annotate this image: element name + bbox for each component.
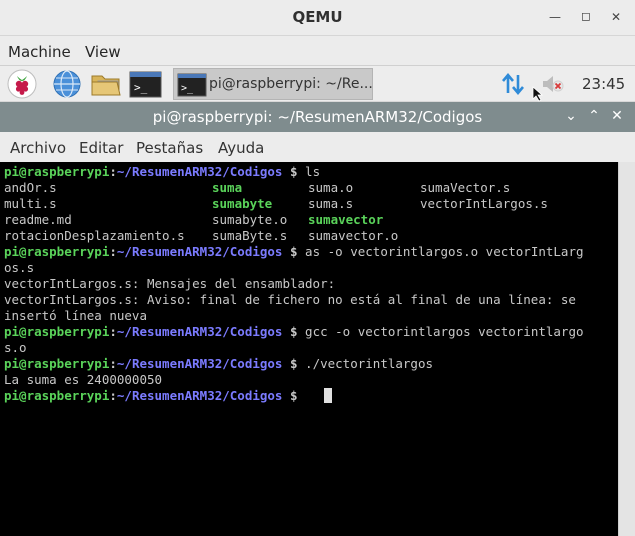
terminal-output[interactable]: pi@raspberrypi:~/ResumenARM32/Codigos $ … xyxy=(0,162,618,536)
taskbar-terminal-label: pi@raspberrypi: ~/Re... xyxy=(209,76,373,92)
globe-icon[interactable] xyxy=(51,69,83,99)
maximize-icon[interactable]: ◻ xyxy=(579,9,593,23)
terminal-line: pi@raspberrypi:~/ResumenARM32/Codigos $ … xyxy=(4,244,584,259)
menu-editar[interactable]: Editar xyxy=(79,139,123,157)
ls-row: suma.s xyxy=(308,196,354,211)
terminal-titlebar[interactable]: pi@raspberrypi: ~/ResumenARM32/Codigos ⌄… xyxy=(0,102,635,132)
ls-row: suma.o xyxy=(308,180,354,195)
qemu-menubar: Machine View xyxy=(0,36,635,66)
svg-text:>_: >_ xyxy=(181,83,194,94)
terminal-line: insertó línea nueva xyxy=(4,308,147,323)
terminal-collapse-icon[interactable]: ⌄ xyxy=(563,108,579,124)
ls-row: sumaVector.s xyxy=(420,180,511,195)
guest-screen: >_ >_ pi@raspberrypi: ~/Re... 23:45 pi@r… xyxy=(0,66,635,536)
text-cursor xyxy=(324,388,332,403)
ls-row: sumavector.o xyxy=(308,228,399,243)
terminal-line: vectorIntLargos.s: Mensajes del ensambla… xyxy=(4,276,336,291)
terminal-title: pi@raspberrypi: ~/ResumenARM32/Codigos xyxy=(152,108,483,126)
folder-icon[interactable] xyxy=(89,69,121,99)
menu-view[interactable]: View xyxy=(85,43,121,61)
menu-archivo[interactable]: Archivo xyxy=(10,139,66,157)
menu-machine[interactable]: Machine xyxy=(8,43,71,61)
ls-row: sumavector xyxy=(308,212,384,227)
terminal-line: La suma es 2400000050 xyxy=(4,372,163,387)
terminal-scrollbar[interactable] xyxy=(618,162,635,536)
ls-row: multi.s xyxy=(4,196,57,211)
taskbar-panel: >_ >_ pi@raspberrypi: ~/Re... 23:45 xyxy=(0,66,635,102)
terminal-menubar: Archivo Editar Pestañas Ayuda xyxy=(0,132,635,162)
ls-row: andOr.s xyxy=(4,180,57,195)
terminal-maximize-icon[interactable]: ⌃ xyxy=(586,108,602,124)
terminal-icon[interactable]: >_ xyxy=(129,69,162,99)
terminal-line: os.s xyxy=(4,260,35,275)
close-icon[interactable]: ✕ xyxy=(609,10,623,24)
ls-row: sumabyte.o xyxy=(212,212,288,227)
network-arrows-icon[interactable] xyxy=(500,71,526,97)
minimize-icon[interactable]: — xyxy=(548,10,562,24)
svg-text:>_: >_ xyxy=(134,81,148,94)
ls-row: suma xyxy=(212,180,243,195)
terminal-line: pi@raspberrypi:~/ResumenARM32/Codigos $ … xyxy=(4,356,433,371)
menu-pestanas[interactable]: Pestañas xyxy=(136,139,203,157)
terminal-window: pi@raspberrypi: ~/ResumenARM32/Codigos ⌄… xyxy=(0,102,635,536)
volume-muted-icon[interactable] xyxy=(541,73,567,95)
terminal-line: pi@raspberrypi:~/ResumenARM32/Codigos $ … xyxy=(4,164,321,179)
taskbar-terminal-button[interactable]: >_ pi@raspberrypi: ~/Re... xyxy=(173,68,373,100)
qemu-titlebar: QEMU — ◻ ✕ xyxy=(0,0,635,36)
clock: 23:45 xyxy=(582,75,626,93)
terminal-line: s.o xyxy=(4,340,27,355)
terminal-line: pi@raspberrypi:~/ResumenARM32/Codigos $ xyxy=(4,388,298,403)
terminal-icon: >_ xyxy=(177,73,207,97)
ls-row: rotacionDesplazamiento.s xyxy=(4,228,185,243)
window-title: QEMU xyxy=(292,8,343,26)
ls-row: sumaByte.s xyxy=(212,228,288,243)
menu-ayuda[interactable]: Ayuda xyxy=(218,139,264,157)
terminal-line: pi@raspberrypi:~/ResumenARM32/Codigos $ … xyxy=(4,324,584,339)
ls-row: sumabyte xyxy=(212,196,273,211)
terminal-line: vectorIntLargos.s: Aviso: final de fiche… xyxy=(4,292,576,307)
terminal-close-icon[interactable]: ✕ xyxy=(609,108,625,124)
ls-row: readme.md xyxy=(4,212,72,227)
raspberry-menu-icon[interactable] xyxy=(6,69,38,99)
ls-row: vectorIntLargos.s xyxy=(420,196,548,211)
